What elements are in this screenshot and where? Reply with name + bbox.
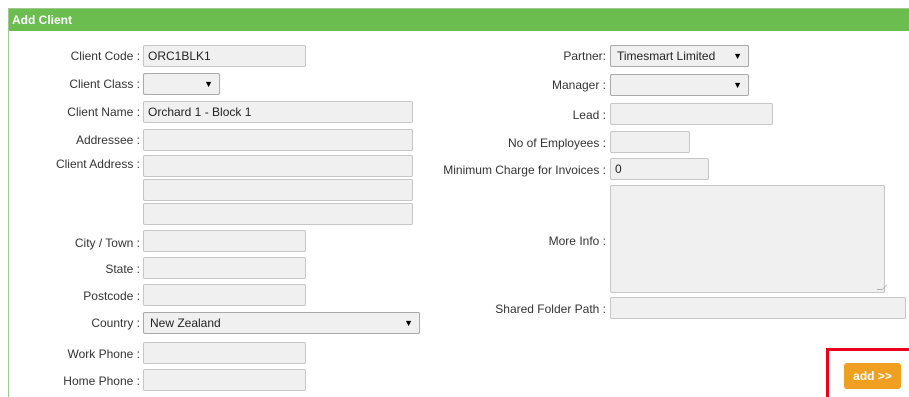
partner-label: Partner: xyxy=(563,49,606,63)
partner-select[interactable]: Timesmart Limited ▼ xyxy=(610,45,749,67)
work-phone-label: Work Phone : xyxy=(67,347,140,361)
country-select[interactable]: New Zealand ▼ xyxy=(143,312,420,334)
home-phone-label: Home Phone : xyxy=(63,374,140,388)
client-address-label: Client Address : xyxy=(55,157,140,171)
partner-value: Timesmart Limited xyxy=(617,49,716,63)
manager-select[interactable]: ▼ xyxy=(610,74,749,96)
shared-folder-label: Shared Folder Path : xyxy=(495,302,606,316)
caret-down-icon: ▼ xyxy=(404,318,413,328)
client-code-label: Client Code : xyxy=(70,49,140,63)
client-address-line-3[interactable] xyxy=(143,203,413,225)
shared-folder-input[interactable] xyxy=(610,297,906,319)
client-class-select[interactable]: ▼ xyxy=(143,73,220,95)
city-input[interactable] xyxy=(143,230,306,252)
manager-label: Manager : xyxy=(551,78,606,92)
client-code-input[interactable]: ORC1BLK1 xyxy=(143,45,306,67)
more-info-textarea[interactable] xyxy=(610,185,888,293)
client-address-line-2[interactable] xyxy=(143,179,413,201)
client-address-line-1[interactable] xyxy=(143,155,413,177)
min-charge-label: Minimum Charge for Invoices : xyxy=(443,163,606,177)
employees-input[interactable] xyxy=(610,131,690,153)
client-class-label: Client Class : xyxy=(69,77,140,91)
work-phone-input[interactable] xyxy=(143,342,306,364)
addressee-input[interactable] xyxy=(143,129,413,151)
caret-down-icon: ▼ xyxy=(733,51,742,61)
lead-label: Lead : xyxy=(572,108,606,122)
postcode-label: Postcode : xyxy=(83,289,140,303)
addressee-label: Addressee : xyxy=(75,133,140,147)
add-button[interactable]: add >> xyxy=(844,363,901,389)
country-value: New Zealand xyxy=(150,316,221,330)
min-charge-input[interactable]: 0 xyxy=(610,158,709,180)
state-label: State : xyxy=(105,262,140,276)
country-label: Country : xyxy=(91,316,140,330)
client-name-input[interactable]: Orchard 1 - Block 1 xyxy=(143,101,413,123)
postcode-input[interactable] xyxy=(143,284,306,306)
home-phone-input[interactable] xyxy=(143,369,306,391)
form-header: Add Client xyxy=(9,9,909,31)
caret-down-icon: ▼ xyxy=(204,79,213,89)
caret-down-icon: ▼ xyxy=(733,80,742,90)
lead-input[interactable] xyxy=(610,103,773,125)
form-title: Add Client xyxy=(12,13,72,27)
city-label: City / Town : xyxy=(74,236,140,250)
employees-label: No of Employees : xyxy=(507,136,606,150)
more-info-label: More Info : xyxy=(548,234,606,248)
state-input[interactable] xyxy=(143,257,306,279)
client-name-label: Client Name : xyxy=(67,105,140,119)
